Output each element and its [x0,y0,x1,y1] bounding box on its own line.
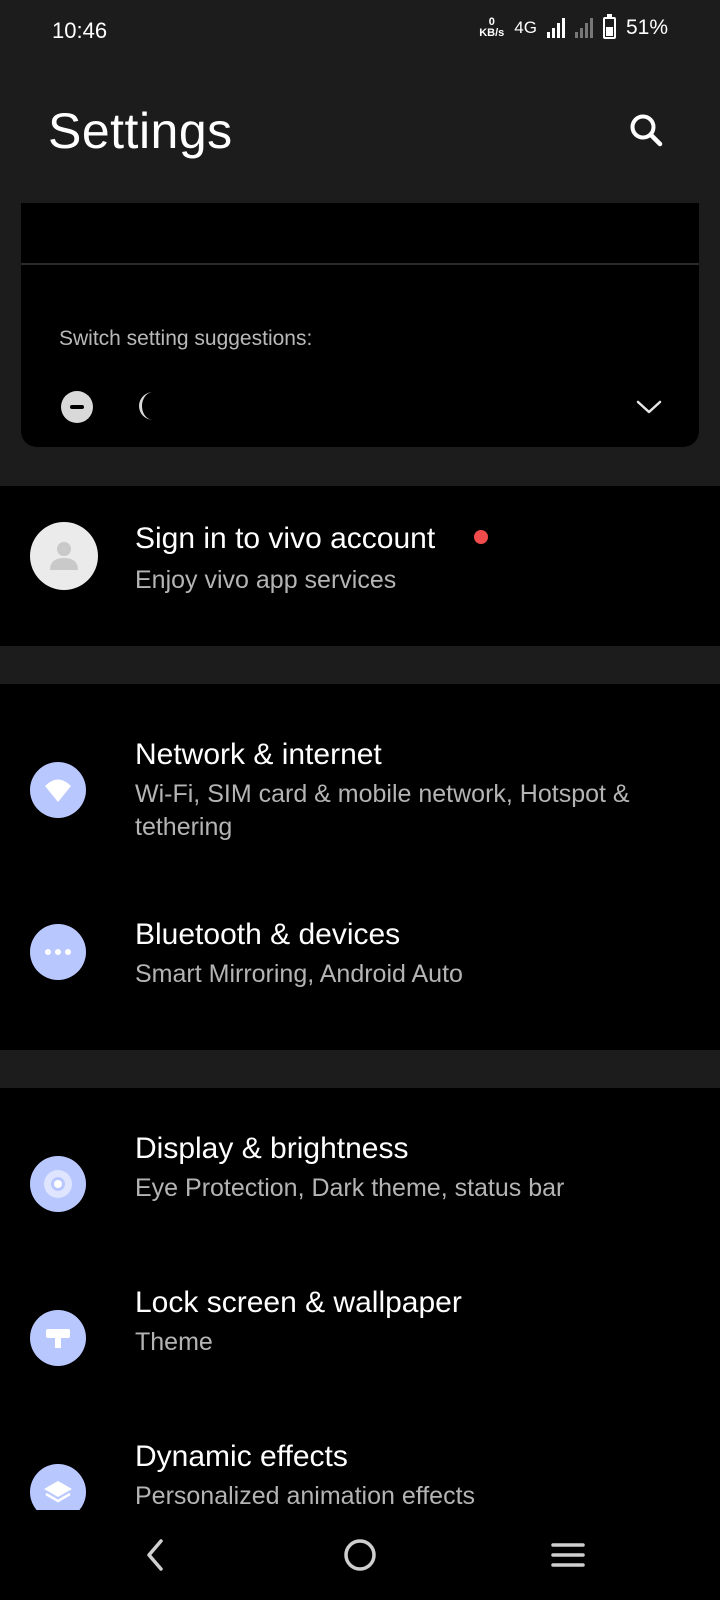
item-title: Dynamic effects [135,1440,348,1473]
search-icon [630,114,663,147]
network-speed-unit: KB/s [479,27,505,39]
divider [21,263,699,265]
network-speed: 0 KB/s [479,17,504,39]
paint-roller-icon [30,1310,86,1366]
avatar-icon [30,522,98,590]
search-button[interactable] [620,104,672,156]
display-section: Display & brightness Eye Protection, Dar… [0,1088,720,1510]
home-button[interactable] [335,1530,385,1580]
item-title: Display & brightness [135,1132,409,1165]
do-not-disturb-icon[interactable] [61,391,93,423]
status-icons: 0 KB/s 4G 51% [479,14,668,40]
account-subtitle: Enjoy vivo app services [135,566,397,594]
brightness-icon [30,1156,86,1212]
suggestions-label: Switch setting suggestions: [59,327,313,350]
account-title: Sign in to vivo account [135,522,436,555]
connectivity-section: Network & internet Wi-Fi, SIM card & mob… [0,684,720,1050]
signal-sim1-icon [546,18,565,38]
item-subtitle: Eye Protection, Dark theme, status bar [135,1174,565,1202]
moon-icon[interactable] [133,389,167,423]
settings-item-network[interactable]: Network & internet Wi-Fi, SIM card & mob… [0,684,720,874]
page-title: Settings [48,103,233,159]
item-subtitle: Wi-Fi, SIM card & mobile network, Hotspo… [135,780,630,841]
account-section[interactable]: Sign in to vivo account Enjoy vivo app s… [0,486,720,646]
settings-screen: 10:46 0 KB/s 4G 51% Settings Switch sett… [0,0,720,1600]
navigation-bar [0,1510,720,1600]
suggestions-card: Switch setting suggestions: [21,203,699,447]
network-type: 4G [514,18,537,37]
item-title: Lock screen & wallpaper [135,1286,462,1319]
wifi-icon [30,762,86,818]
signal-sim2-icon [574,18,593,38]
battery-icon [602,14,616,39]
menu-icon [551,1543,585,1567]
back-button[interactable] [130,1530,180,1580]
item-title: Bluetooth & devices [135,918,401,951]
expand-suggestions-button[interactable] [631,389,667,425]
settings-item-lock-screen[interactable]: Lock screen & wallpaper Theme [0,1240,720,1394]
settings-item-dynamic-effects[interactable]: Dynamic effects Personalized animation e… [0,1394,720,1510]
item-title: Network & internet [135,738,382,771]
menu-button[interactable] [543,1530,593,1580]
status-bar: 10:46 0 KB/s 4G 51% [0,0,720,62]
battery-percent: 51% [625,16,668,39]
settings-item-bluetooth[interactable]: Bluetooth & devices Smart Mirroring, And… [0,874,720,1050]
status-time: 10:46 [52,18,108,43]
item-subtitle: Personalized animation effects [135,1482,476,1510]
back-icon [147,1539,163,1571]
item-subtitle: Theme [135,1328,213,1356]
item-subtitle: Smart Mirroring, Android Auto [135,960,463,988]
more-dots-icon [30,924,86,980]
chevron-down-icon [636,400,662,414]
layers-icon [30,1464,86,1510]
settings-item-display[interactable]: Display & brightness Eye Protection, Dar… [0,1088,720,1240]
home-icon [344,1539,376,1571]
header: Settings [0,62,720,200]
notification-dot [474,530,488,544]
